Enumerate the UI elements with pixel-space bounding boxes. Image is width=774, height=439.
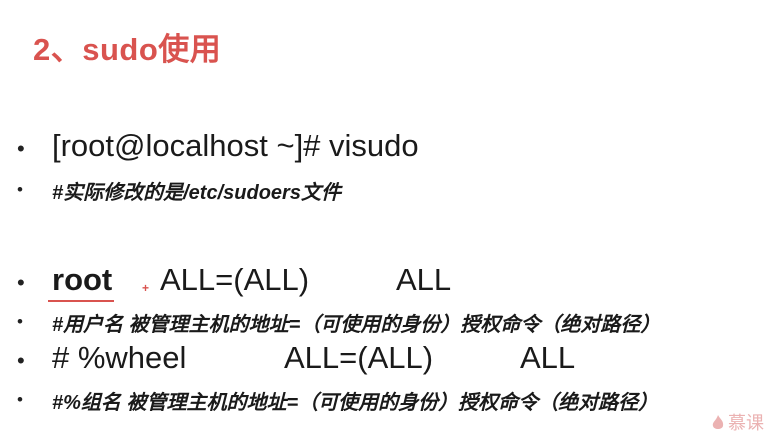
root-hosts-field: ALL=(ALL) (160, 262, 310, 297)
bullet-icon: • (17, 136, 25, 161)
watermark: 慕课 (712, 409, 764, 435)
bullet-icon: • (17, 270, 25, 295)
flame-icon (712, 415, 724, 429)
bullet-icon: • (17, 390, 23, 409)
visudo-command: [root@localhost ~]# visudo (52, 128, 419, 163)
root-commands-field: ALL (396, 262, 452, 297)
bullet-icon: • (17, 348, 25, 373)
user-syntax-note: #用户名 被管理主机的地址=（可使用的身份）授权命令（绝对路径） (52, 314, 661, 336)
wheel-hosts-field: ALL=(ALL) (284, 340, 434, 375)
slide-title: 2、sudo使用 (33, 32, 222, 67)
root-user-field: root (52, 262, 113, 297)
bullet-icon: • (17, 180, 23, 199)
red-underline (48, 300, 114, 302)
wheel-commands-field: ALL (520, 340, 576, 375)
visudo-note: #实际修改的是/etc/sudoers文件 (52, 182, 341, 204)
group-syntax-note: #%组名 被管理主机的地址=（可使用的身份）授权命令（绝对路径） (52, 392, 659, 414)
wheel-group-field: # %wheel (52, 340, 187, 375)
bullet-icon: • (17, 312, 23, 331)
watermark-text: 慕课 (728, 413, 764, 433)
cursor-plus-icon: + (142, 281, 150, 295)
slide: 2、sudo使用 • [root@localhost ~]# visudo • … (0, 0, 774, 439)
